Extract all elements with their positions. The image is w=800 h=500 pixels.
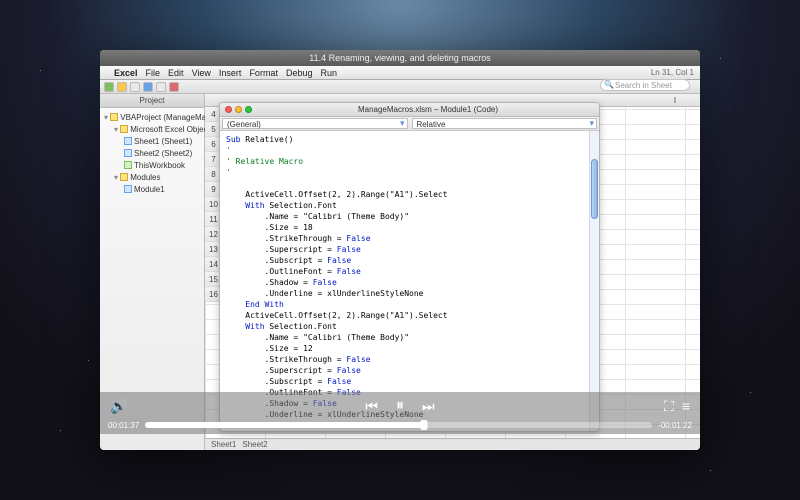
tree-modules[interactable]: Modules [102,172,202,184]
toolbar-icon[interactable] [156,82,166,92]
toolbar-icon[interactable] [169,82,179,92]
tree-excel-objects[interactable]: Microsoft Excel Objects [102,124,202,136]
prev-track-button[interactable]: ⏮ [365,398,378,415]
sheet-tabs: Sheet1 Sheet2 [205,438,700,450]
minimize-icon[interactable] [235,106,242,113]
menu-run[interactable]: Run [320,68,337,78]
tree-label: Sheet1 (Sheet1) [134,137,192,146]
code-dropdown-bar: (General) Relative [220,117,599,131]
tree-sheet2[interactable]: Sheet2 (Sheet2) [102,148,202,160]
next-track-button[interactable]: ⏭ [422,398,435,415]
menu-insert[interactable]: Insert [219,68,242,78]
fullscreen-button[interactable]: ⛶ [664,398,674,415]
tree-vbaproject[interactable]: VBAProject (ManageMacros.xlsm) [102,112,202,124]
zoom-icon[interactable] [245,106,252,113]
app-menu[interactable]: Excel [114,68,138,78]
tree-label: ThisWorkbook [134,161,185,170]
scrollbar[interactable] [589,131,599,431]
title-text: 11.4 Renaming, viewing, and deleting mac… [309,53,490,63]
sheet-tab[interactable]: Sheet1 [211,440,236,449]
menu-format[interactable]: Format [249,68,278,78]
project-panel-title: Project [100,94,204,108]
code-editor[interactable]: Sub Relative() ' ' Relative Macro ' Acti… [220,131,599,431]
time-remaining: -00:01:22 [658,421,692,430]
close-icon[interactable] [225,106,232,113]
progress-track: 00:01:37 -00:01:22 [100,418,700,434]
tree-thisworkbook[interactable]: ThisWorkbook [102,160,202,172]
code-window: ManageMacros.xlsm – Module1 (Code) (Gene… [219,102,600,432]
volume-icon[interactable]: 🔊 [110,398,127,415]
toolbar: Search in Sheet [100,80,700,94]
sheet-tab[interactable]: Sheet2 [242,440,267,449]
menu-edit[interactable]: Edit [168,68,184,78]
code-text: Sub Relative() ' ' Relative Macro ' Acti… [226,134,587,431]
progress-fill [145,422,424,428]
col-header-I[interactable]: I [645,94,700,107]
tree-label: Module1 [134,185,165,194]
toolbar-icon[interactable] [117,82,127,92]
tree-label: Modules [130,173,160,182]
procedure-dropdown[interactable]: Relative [412,118,598,129]
progress-bar[interactable] [145,422,652,428]
tree-module1[interactable]: Module1 [102,184,202,196]
search-input[interactable]: Search in Sheet [600,79,690,91]
time-elapsed: 00:01:37 [108,421,139,430]
menu-debug[interactable]: Debug [286,68,313,78]
code-window-titlebar: ManageMacros.xlsm – Module1 (Code) [220,103,599,117]
tree-label: Sheet2 (Sheet2) [134,149,192,158]
menu-file[interactable]: File [146,68,161,78]
object-dropdown[interactable]: (General) [222,118,408,129]
menu-icon[interactable]: ≡ [682,398,690,414]
video-lesson-title: 11.4 Renaming, viewing, and deleting mac… [100,50,700,66]
progress-knob[interactable] [421,420,428,430]
scrollbar-thumb[interactable] [591,159,598,219]
menu-view[interactable]: View [192,68,211,78]
app-window: 11.4 Renaming, viewing, and deleting mac… [100,50,700,450]
cursor-position: Ln 31, Col 1 [651,68,694,77]
pause-button[interactable]: ⏸ [396,397,404,415]
toolbar-icon[interactable] [104,82,114,92]
tree-label: Microsoft Excel Objects [130,125,214,134]
tree-sheet1[interactable]: Sheet1 (Sheet1) [102,136,202,148]
toolbar-icon[interactable] [130,82,140,92]
code-window-title: ManageMacros.xlsm – Module1 (Code) [257,105,599,114]
toolbar-icon[interactable] [143,82,153,92]
video-player-overlay: 🔊 ⏮ ⏸ ⏭ ⛶ ≡ 00:01:37 -00:01:22 [100,392,700,434]
